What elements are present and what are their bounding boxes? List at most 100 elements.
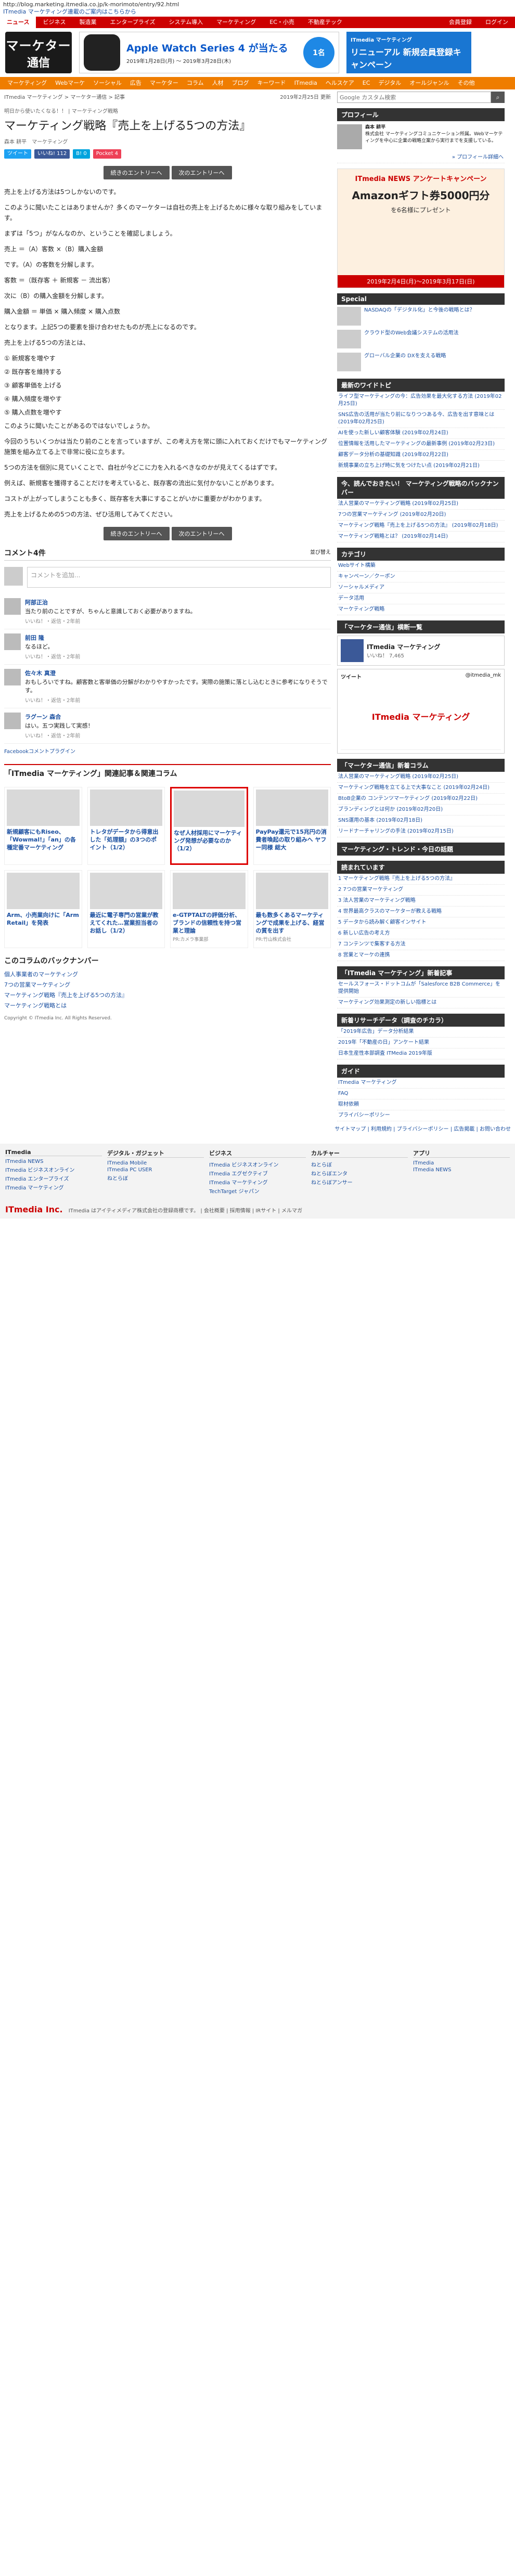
comments-plugin-link[interactable]: Facebookコメントプラグイン xyxy=(4,747,331,755)
author-name[interactable]: 森本 耕平 xyxy=(4,137,27,145)
search-input[interactable] xyxy=(337,92,491,103)
next-entry-button[interactable]: 次のエントリーへ xyxy=(171,166,232,179)
research-link[interactable]: 「2019年広告」データ分析結果 xyxy=(337,1027,505,1038)
column-link[interactable]: マーケティング戦略を立てる上で大事なこと (2019年02月24日) xyxy=(337,783,505,794)
back-number-link[interactable]: マーケティング戦略とは xyxy=(4,1000,331,1011)
footer-link[interactable]: ITmedia PC USER xyxy=(107,1167,204,1173)
related-card-title[interactable]: e-GTPTALTの評価分析、ブランドの信頼性を持つ営業と理論 xyxy=(173,911,246,935)
column-link[interactable]: SNS運用の基本 (2019年02月18日) xyxy=(337,815,505,826)
footer-link[interactable]: TechTarget ジャパン xyxy=(209,1186,306,1195)
special-item[interactable]: NASDAQの「デジタル化」と今後の戦略とは？ xyxy=(337,305,505,328)
ranking-link[interactable]: 5 データから読み解く顧客インサイト xyxy=(337,917,505,928)
tweet-button[interactable]: ツイート xyxy=(4,149,31,159)
category-nav-item[interactable]: マーケター xyxy=(146,77,183,89)
topnav-item[interactable]: エンタープライズ xyxy=(103,17,162,28)
banner-ad-campaign[interactable]: ITmedia マーケティング リニューアル 新規会員登録キャンペーン xyxy=(346,32,471,73)
side-ad-campaign[interactable]: ITmedia NEWS アンケートキャンペーン Amazonギフト券5000円… xyxy=(337,169,505,288)
news-link[interactable]: 位置情報を活用したマーケティングの最新事例 (2019年02月23日) xyxy=(337,439,505,450)
itm-news-link[interactable]: セールスフォース・ドットコムが「Salesforce B2B Commerce」… xyxy=(337,979,505,998)
related-card[interactable]: Arm、小売業向けに「Arm Retail」を発表 xyxy=(4,870,82,948)
column-link[interactable]: リードナーチャリングの手法 (2019年02月15日) xyxy=(337,826,505,837)
commenter-name[interactable]: 阿部正治 xyxy=(25,598,196,606)
url-sub-link[interactable]: ITmedia マーケティング連載のご案内はこちらから xyxy=(3,8,512,16)
related-card-title[interactable]: 新規顧客にもRiseo、「Wowmal!」「an」の各種定番マーケティング xyxy=(7,828,80,851)
news-link[interactable]: AIを使った新しい顧客体験 (2019年02月24日) xyxy=(337,428,505,439)
topnav-item[interactable]: マーケティング xyxy=(210,17,263,28)
related-card[interactable]: 最近に電子専門の営業が教えてくれた…営業担当者のお話し（1/2） xyxy=(87,870,165,948)
commenter-name[interactable]: ラグーン 森合 xyxy=(25,713,94,721)
category-nav-item[interactable]: コラム xyxy=(183,77,208,89)
ranking-link[interactable]: 7 コンテンツで集客する方法 xyxy=(337,939,505,950)
special-title[interactable]: NASDAQの「デジタル化」と今後の戦略とは？ xyxy=(364,307,475,326)
facebook-like-button[interactable]: いいね! 112 xyxy=(34,149,70,159)
topnav-item[interactable]: ニュース xyxy=(0,17,36,28)
footer-link[interactable]: ねとらぼ xyxy=(107,1173,204,1182)
facebook-widget[interactable]: ITmedia マーケティング いいね！ 7,465 xyxy=(337,636,505,666)
topnav-item[interactable]: 不動産テック xyxy=(301,17,349,28)
topnav-right-item[interactable]: ログイン xyxy=(479,17,515,28)
category-nav-item[interactable]: 人材 xyxy=(208,77,228,89)
footer-link[interactable]: ITmedia エンタープライズ xyxy=(5,1174,102,1183)
prev-entry-button[interactable]: 続きのエントリーへ xyxy=(103,527,170,540)
category-nav-item[interactable]: ITmedia xyxy=(290,77,321,89)
column-link[interactable]: 法人営業のマーケティング戦略 (2019年02月25日) xyxy=(337,772,505,783)
footer-link[interactable]: ITmedia NEWS xyxy=(413,1167,510,1173)
research-link[interactable]: 日本生産性本部調査 ITMedia 2019年版 xyxy=(337,1048,505,1059)
news-link[interactable]: 新規事業の立ち上げ時に気をつけたい点 (2019年02月21日) xyxy=(337,461,505,472)
itmedia-logo[interactable]: ITmedia Inc. xyxy=(5,1205,63,1214)
url-bar[interactable]: http://blog.marketing.itmedia.co.jp/k-mo… xyxy=(0,0,515,17)
popular-link[interactable]: マーケティング戦略とは？ (2019年02月14日) xyxy=(337,532,505,542)
commenter-name[interactable]: 前田 隆 xyxy=(25,633,80,642)
article-tag[interactable]: マーケティング xyxy=(32,137,68,145)
related-card[interactable]: トレタがデータから得意出した「処理額」の3つのポイント（1/2） xyxy=(87,787,165,865)
prev-entry-button[interactable]: 続きのエントリーへ xyxy=(103,166,170,179)
search-icon[interactable]: ⌕ xyxy=(491,92,505,103)
footer-link[interactable]: ねとらぼ xyxy=(311,1160,408,1169)
related-card[interactable]: PayPay還元で15兆円の消費者喚起の取り組みへ ヤフー同様 総大 xyxy=(253,787,331,865)
category-link[interactable]: キャンペーン／クーポン xyxy=(337,572,505,582)
popular-link[interactable]: マーケティング戦略『売上を上げる5つの方法』 (2019年02月18日) xyxy=(337,521,505,532)
popular-link[interactable]: 法人営業のマーケティング戦略 (2019年02月25日) xyxy=(337,499,505,510)
news-link[interactable]: ライフ型マーケティングの今：広告効果を最大化する方法 (2019年02月25日) xyxy=(337,392,505,410)
related-card-title[interactable]: トレタがデータから得意出した「処理額」の3つのポイント（1/2） xyxy=(90,828,163,851)
sitemap-links[interactable]: サイトマップ | 利用規約 | プライバシーポリシー | 広告掲載 | お問い合… xyxy=(0,1121,515,1135)
category-link[interactable]: Webサイト構築 xyxy=(337,561,505,572)
related-card[interactable]: 新規顧客にもRiseo、「Wowmal!」「an」の各種定番マーケティング xyxy=(4,787,82,865)
back-number-link[interactable]: 7つの営業マーケティング xyxy=(4,979,331,990)
next-entry-button[interactable]: 次のエントリーへ xyxy=(171,527,232,540)
twitter-handle[interactable]: @itmedia_mk xyxy=(466,672,501,680)
site-logo[interactable]: マーケター 通信 xyxy=(5,32,72,73)
ranking-link[interactable]: 6 新しい広告の考え方 xyxy=(337,928,505,939)
category-nav-item[interactable]: キーワード xyxy=(253,77,290,89)
category-nav-item[interactable]: デジタル xyxy=(374,77,405,89)
category-nav-item[interactable]: マーケティング xyxy=(3,77,51,89)
special-item[interactable]: グローバル企業の DXを支える戦略 xyxy=(337,351,505,373)
related-card-title[interactable]: Arm、小売業向けに「Arm Retail」を発表 xyxy=(7,911,80,927)
ranking-link[interactable]: 4 世界最高クラスのマーケターが教える戦略 xyxy=(337,907,505,917)
footer-link[interactable]: ITmedia ビジネスオンライン xyxy=(5,1165,102,1174)
footer-link[interactable]: ねとらぼエンタ xyxy=(311,1169,408,1177)
comment-actions[interactable]: いいね！・返信・2年前 xyxy=(25,731,94,739)
guide-link[interactable]: FAQ xyxy=(337,1089,505,1099)
back-number-link[interactable]: マーケティング戦略『売上を上げる5つの方法』 xyxy=(4,990,331,1000)
category-nav-item[interactable]: ブログ xyxy=(228,77,253,89)
special-item[interactable]: クラウド型のWeb会議システムの活用法 xyxy=(337,328,505,351)
facebook-page-name[interactable]: ITmedia マーケティング xyxy=(367,642,440,651)
guide-link[interactable]: 取材依頼 xyxy=(337,1099,505,1110)
category-link[interactable]: マーケティング戦略 xyxy=(337,604,505,615)
category-nav-item[interactable]: Webマーケ xyxy=(51,77,89,89)
related-card[interactable]: 最も数多くあるマーケティングで成果を上げる、経営の質を出す PR:竹山株式会社 xyxy=(253,870,331,948)
category-nav-item[interactable]: その他 xyxy=(454,77,479,89)
itm-news-link[interactable]: マーケティング効果測定の新しい指標とは xyxy=(337,998,505,1008)
related-card[interactable]: e-GTPTALTの評価分析、ブランドの信頼性を持つ営業と理論 PR:カメラ事業部 xyxy=(170,870,248,948)
ranking-link[interactable]: 3 法人営業のマーケティング戦略 xyxy=(337,896,505,907)
related-card-title[interactable]: 最も数多くあるマーケティングで成果を上げる、経営の質を出す xyxy=(256,911,329,935)
topnav-item[interactable]: 製造業 xyxy=(72,17,103,28)
profile-link[interactable]: » プロフィール詳細へ xyxy=(337,152,505,163)
research-link[interactable]: 2019年「不動産の日」アンケート結果 xyxy=(337,1038,505,1048)
category-link[interactable]: ソーシャルメディア xyxy=(337,582,505,593)
comment-actions[interactable]: いいね！・返信・2年前 xyxy=(25,652,80,660)
category-nav-item[interactable]: ソーシャル xyxy=(89,77,126,89)
ranking-link[interactable]: 2 7つの営業マーケティング xyxy=(337,885,505,896)
related-card-title[interactable]: PayPay還元で15兆円の消費者喚起の取り組みへ ヤフー同様 総大 xyxy=(256,828,329,851)
